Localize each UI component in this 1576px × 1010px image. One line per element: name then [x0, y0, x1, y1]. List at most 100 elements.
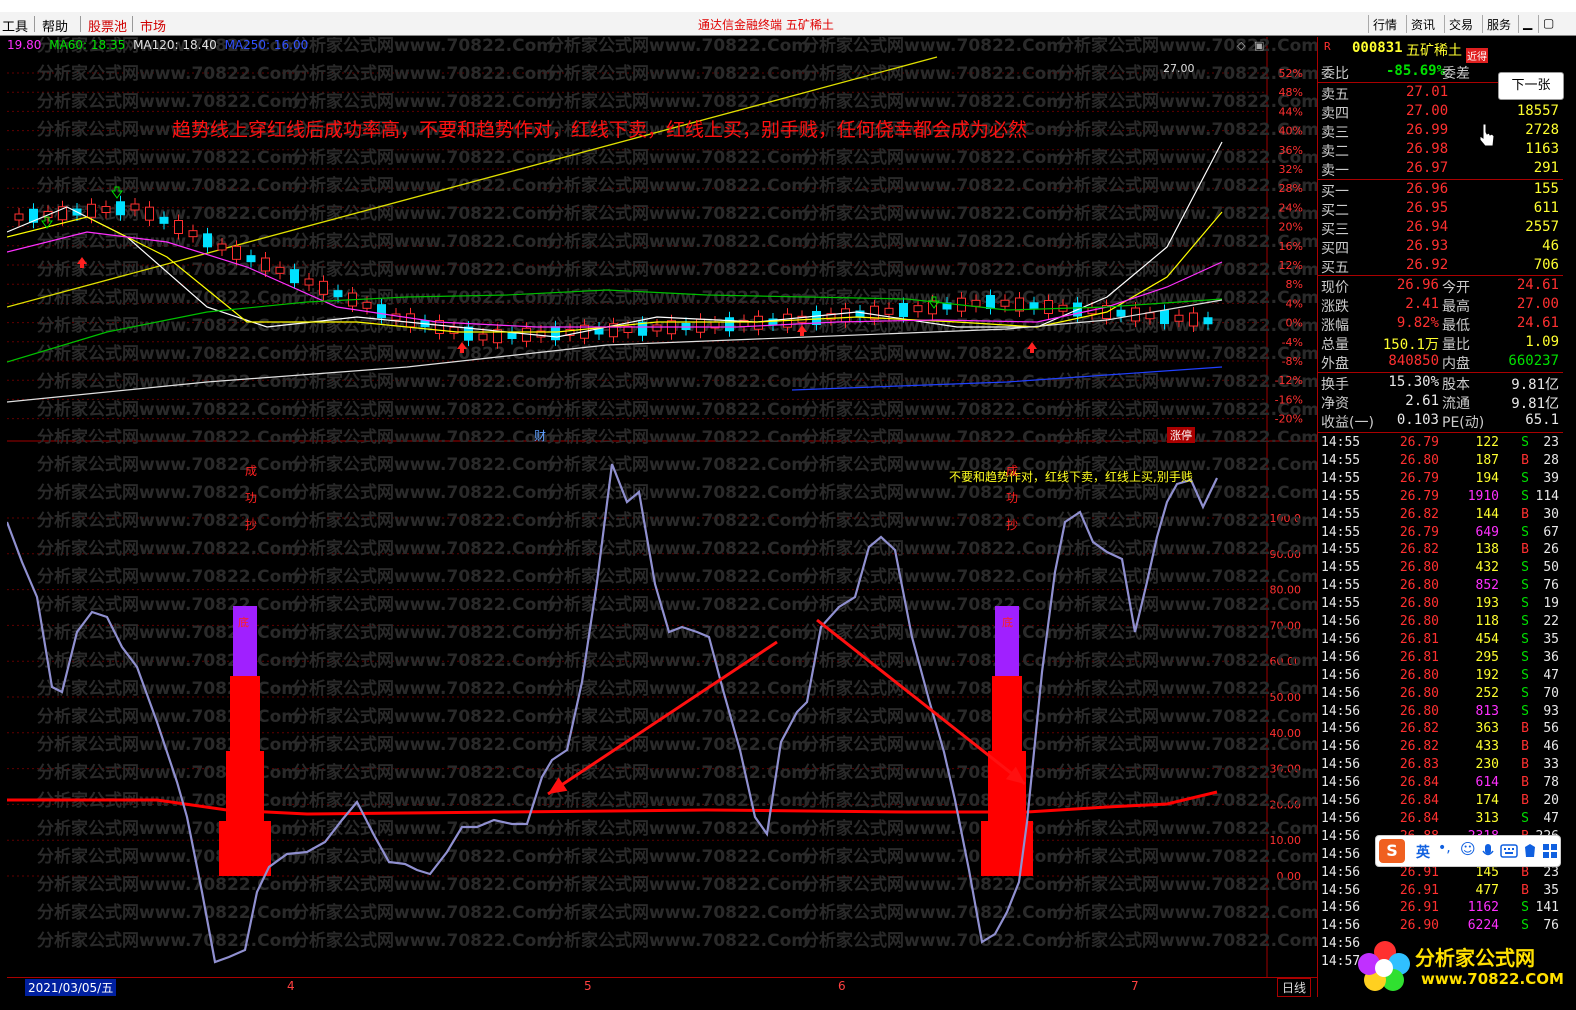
emoji-icon[interactable]: ☺: [1460, 840, 1476, 858]
tick-row: 14:56 26.80 813 S 93: [1318, 704, 1563, 722]
watermark-text: 分析家公式网www.70822.Com: [292, 63, 554, 84]
pct-axis-label: 8%: [1286, 278, 1303, 291]
pct-axis-label: 28%: [1279, 182, 1303, 195]
punctuation-icon[interactable]: •,: [1438, 840, 1451, 856]
menu-tools[interactable]: 工具: [2, 16, 28, 35]
diamond-icon[interactable]: ◇: [1237, 39, 1246, 52]
indicator-canvas[interactable]: 100.090.0080.0070.0060.0050.0040.0030.00…: [5, 426, 1319, 977]
watermark-text: 分析家公式网www.70822.Com: [802, 902, 1064, 923]
watermark-text: 分析家公式网www.70822.Com: [37, 427, 299, 442]
watermark-text: 分析家公式网www.70822.Com: [802, 566, 1064, 587]
btn-trade[interactable]: 交易: [1444, 15, 1477, 33]
watermark-text: 分析家公式网www.70822.Com: [37, 147, 299, 168]
tick-time: 14:56: [1321, 721, 1361, 737]
tick-volume: 252: [1475, 685, 1499, 701]
watermark-text: 分析家公式网www.70822.Com: [1057, 442, 1317, 447]
limit-up-marker[interactable]: 涨停: [1167, 427, 1195, 443]
kline-chart-panel[interactable]: 分析家公式网www.70822.Com 分析家公式网www.70822.Com 分析…: [6, 35, 1319, 448]
tick-count: 26: [1543, 542, 1559, 558]
tick-row: 14:56 26.81 454 S 35: [1318, 632, 1563, 650]
watermark-text: 分析家公式网www.70822.Com: [802, 482, 1064, 503]
watermark-text: 分析家公式网www.70822.Com: [1057, 594, 1317, 615]
sell-level-label: 卖二: [1321, 144, 1349, 160]
candle-body: [246, 255, 256, 263]
watermark-text: 分析家公式网www.70822.Com: [292, 846, 554, 867]
period-selector[interactable]: 日线: [1277, 978, 1312, 997]
indicator-panel[interactable]: 100.0 90.00 80.00 70.00 60.00 50.00 40.00 30.00…: [5, 426, 1319, 977]
tick-direction: B: [1521, 793, 1529, 808]
next-image-button[interactable]: 下一张: [1498, 72, 1564, 100]
sell-level-price: 27.01: [1406, 84, 1449, 100]
watermark-text: 分析家公式网www.70822.Com: [547, 874, 809, 895]
btn-market[interactable]: 行情: [1368, 15, 1401, 33]
btn-news[interactable]: 资讯: [1406, 15, 1439, 33]
stat-label: 量比: [1442, 337, 1470, 353]
candle-body: [333, 290, 343, 298]
buy-level-row: 买一 26.96 155: [1318, 181, 1563, 200]
tick-time: 14:56: [1321, 864, 1361, 880]
watermark-text: 分析家公式网www.70822.Com: [1057, 930, 1317, 951]
date-axis-bar: 2021/03/05/五 4 5 6 7 日线: [7, 977, 1317, 997]
ime-toolbar[interactable]: S 英 •, ☺: [1375, 835, 1561, 867]
stat-value: 9.81亿: [1511, 396, 1559, 412]
voice-icon[interactable]: [1480, 843, 1496, 859]
watermark-text: 分析家公式网www.70822.Com: [547, 762, 809, 783]
watermark-text: 分析家公式网www.70822.Com: [292, 790, 554, 811]
watermark-text: 分析家公式网www.70822.Com: [1057, 622, 1317, 643]
month-tick: 4: [287, 979, 295, 993]
menu-help[interactable]: 帮助: [42, 16, 68, 35]
sogou-icon[interactable]: S: [1379, 839, 1405, 863]
sell-level-label: 卖三: [1321, 125, 1349, 141]
panel-toggle-icon[interactable]: ▣: [1254, 39, 1264, 52]
ma20-value: 19.80: [7, 38, 42, 52]
maximize-icon[interactable]: ▢: [1538, 15, 1556, 33]
tick-row: 14:56 26.84 614 B 78: [1318, 775, 1563, 793]
watermark-text: 分析家公式网www.70822.Com: [802, 371, 1064, 392]
menu-market[interactable]: 市场: [140, 16, 166, 35]
candle-body: [377, 304, 386, 319]
toolbox-icon[interactable]: [1542, 843, 1558, 859]
stat-label: 现价: [1321, 280, 1349, 296]
recent-badge: 近得: [1466, 48, 1488, 63]
candle-body: [899, 303, 908, 317]
candle-body: [986, 295, 995, 309]
minimize-icon[interactable]: ▁: [1518, 15, 1536, 33]
buy-level-row: 买三 26.94 2557: [1318, 219, 1563, 238]
watermark-text: 分析家公式网www.70822.Com: [292, 706, 554, 727]
tick-count: 56: [1543, 721, 1559, 737]
watermark-text: 分析家公式网www.70822.Com: [292, 371, 554, 392]
stat-row: 现价 26.96 今开 24.61: [1318, 277, 1563, 296]
tick-direction: S: [1521, 596, 1529, 612]
kline-chart-canvas[interactable]: 分析家公式网www.70822.Com分析家公式网www.70822.Com分析…: [6, 35, 1319, 448]
buy-level-price: 26.92: [1406, 257, 1449, 273]
watermark-text: 分析家公式网www.70822.Com: [37, 510, 299, 531]
menu-stock-pool[interactable]: 股票池: [88, 16, 127, 35]
watermark-text: 分析家公式网www.70822.Com: [547, 790, 809, 811]
pct-axis-label: 24%: [1279, 201, 1303, 214]
tick-price: 26.79: [1399, 435, 1439, 450]
keyboard-icon[interactable]: [1500, 843, 1518, 859]
tick-price: 26.80: [1399, 578, 1439, 594]
ime-lang-toggle[interactable]: 英: [1416, 842, 1430, 862]
watermark-text: 分析家公式网www.70822.Com: [37, 399, 299, 420]
buy-level-volume: 706: [1533, 257, 1559, 273]
watermark-text: 分析家公式网www.70822.Com: [37, 482, 299, 503]
high-price-label: 27.00: [1163, 62, 1195, 75]
tick-row: 14:55 26.79 194 S 39: [1318, 471, 1563, 489]
indicator-annotation: 不要和趋势作对，红线下卖，红线上买,别手贱: [949, 470, 1193, 484]
stat-label: 涨跌: [1321, 299, 1349, 315]
skin-icon[interactable]: [1522, 843, 1538, 859]
btn-service[interactable]: 服务: [1482, 15, 1515, 33]
tick-count: 141: [1535, 900, 1559, 916]
tick-direction: S: [1521, 435, 1529, 450]
watermark-text: 分析家公式网www.70822.Com: [292, 762, 554, 783]
menu-separator: [80, 16, 81, 32]
r-icon: R: [1324, 40, 1331, 53]
tick-direction: B: [1521, 757, 1529, 773]
sell-level-price: 26.99: [1406, 122, 1449, 138]
tick-time: 14:56: [1321, 846, 1361, 862]
watermark-text: 分析家公式网www.70822.Com: [802, 91, 1064, 112]
tick-count: 50: [1543, 560, 1559, 576]
watermark-text: 分析家公式网www.70822.Com: [37, 594, 299, 615]
watermark-text: 分析家公式网www.70822.Com: [802, 442, 1064, 447]
